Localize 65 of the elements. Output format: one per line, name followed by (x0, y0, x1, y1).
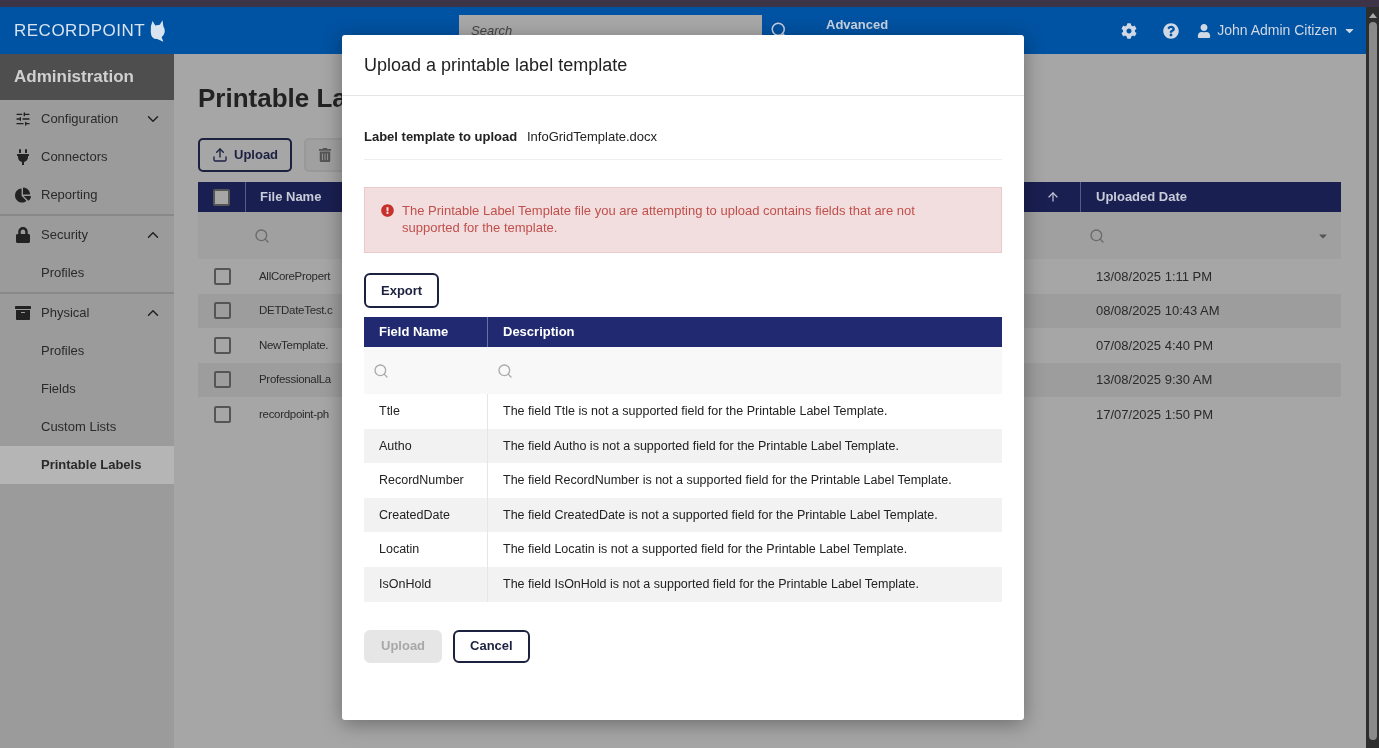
upload-button[interactable]: Upload (198, 138, 293, 172)
sidebar-item[interactable]: Configuration (0, 100, 174, 138)
sliders-icon (15, 111, 31, 127)
table-cell: IsOnHold (364, 566, 488, 602)
sidebar-item[interactable]: Custom Lists (0, 408, 174, 446)
table-cell-text: NewTemplate. (258, 337, 329, 353)
table-cell-text: The field Autho is not a supported field for the Printable Label Template. (502, 437, 899, 455)
dialog-title: Upload a printable label template (364, 53, 628, 77)
sidebar-item[interactable]: Physical (0, 294, 174, 332)
settings-icon[interactable] (1121, 22, 1138, 39)
table-cell-text: 17/07/2025 1:50 PM (1095, 405, 1215, 424)
column-header[interactable]: Uploaded Date (1081, 187, 1341, 207)
sidebar-item[interactable]: Connectors (0, 138, 174, 176)
file-name: InfoGridTemplate.docx (527, 128, 658, 145)
error-message: The Printable Label Template file you are attempting to upload contains fields that are not supported for the template. (402, 202, 916, 236)
sidebar-item[interactable]: Printable Labels (0, 446, 174, 484)
checkbox[interactable] (213, 371, 231, 389)
table-cell: Locatin (364, 532, 488, 567)
help-icon[interactable] (1163, 22, 1180, 39)
table-cell-text: The field Locatin is not a supported field for the Printable Label Template. (502, 541, 908, 559)
trash-icon (318, 148, 333, 162)
sidebar-item[interactable]: Profiles (0, 332, 174, 370)
sidebar-item[interactable]: Reporting (0, 176, 174, 214)
table-cell-text: The field Ttle is not a supported field for the Printable Label Template. (502, 402, 888, 420)
table-cell: Autho (364, 428, 488, 464)
archive-icon (15, 305, 31, 321)
advanced-link[interactable]: Advanced (826, 15, 889, 35)
sidebar-item[interactable]: Security (0, 216, 174, 254)
sidebar-item[interactable]: Profiles (0, 254, 174, 292)
pie-chart-icon (15, 187, 31, 203)
user-icon (1197, 23, 1212, 38)
table-cell-text: The field RecordNumber is not a supported field for the Printable Label Template. (502, 472, 952, 490)
checkbox[interactable] (213, 336, 231, 354)
field-label: Label template to upload (364, 128, 519, 145)
table-cell-text: The field CreatedDate is not a supported field for the Printable Label Template. (502, 506, 938, 524)
table-cell-text: 07/08/2025 4:40 PM (1095, 336, 1215, 355)
table-cell-text: ProfessionalLa (258, 372, 331, 388)
sidebar-title: Administration (14, 66, 134, 89)
table-cell: Ttle (364, 394, 488, 429)
scrollbar[interactable] (1366, 7, 1379, 748)
cancel-button[interactable]: Cancel (453, 629, 530, 663)
column-header[interactable]: Description (488, 322, 575, 342)
user-menu[interactable]: John Admin Citizen (1197, 20, 1356, 41)
checkbox[interactable] (213, 267, 231, 285)
table-cell-text: AllCorePropert (258, 268, 331, 284)
export-button[interactable]: Export (364, 273, 440, 308)
lock-icon (15, 227, 31, 243)
table-cell-text: The field IsOnHold is not a supported field for the Printable Label Template. (502, 575, 919, 593)
checkbox[interactable] (213, 188, 230, 206)
plug-icon (15, 149, 31, 165)
table-cell-text: DETDateTest.c (258, 303, 333, 319)
checkbox[interactable] (213, 302, 231, 320)
checkbox[interactable] (213, 405, 231, 423)
table-cell: RecordNumber (364, 463, 488, 498)
table-cell-text: 13/08/2025 9:30 AM (1095, 371, 1214, 389)
upload-icon (212, 147, 228, 163)
table-cell: CreatedDate (364, 497, 488, 533)
logo-text: RECORDPOINT (14, 19, 146, 42)
table-cell-text: 08/08/2025 10:43 AM (1095, 302, 1221, 320)
sidebar-item[interactable]: Fields (0, 370, 174, 408)
logo-icon (149, 18, 168, 43)
sort-arrow-icon[interactable] (1045, 190, 1060, 204)
error-icon (381, 204, 394, 217)
table-cell-text: recordpoint-ph (258, 406, 329, 422)
table-cell-text: 13/08/2025 1:11 PM (1095, 267, 1214, 286)
